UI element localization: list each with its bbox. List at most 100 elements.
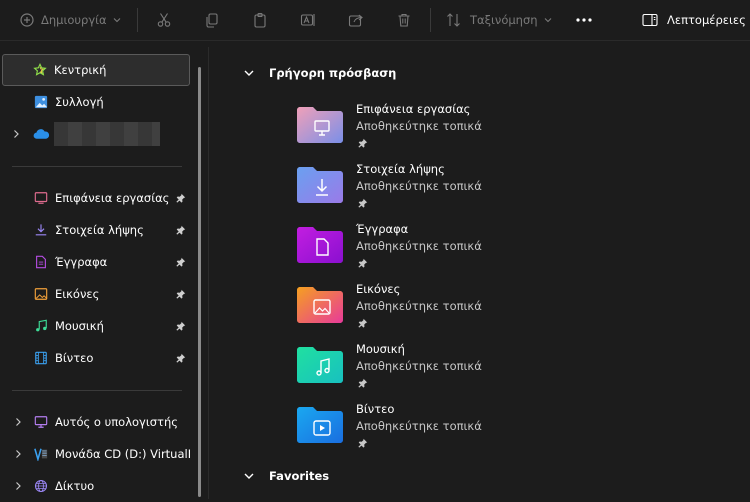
tile-subtitle: Αποθηκεύτηκε τοπικά (356, 239, 482, 253)
network-icon (34, 479, 48, 493)
sidebar-item-label: Στοιχεία λήψης (55, 223, 144, 237)
favorites-header[interactable]: Favorites (269, 469, 329, 483)
details-pane-icon (642, 13, 658, 27)
sort-icon (447, 13, 460, 27)
downloads-folder-icon (297, 167, 343, 203)
music-folder-icon (297, 347, 343, 383)
sidebar-item-home[interactable]: Κεντρική (2, 54, 190, 86)
desktop-folder-icon (297, 107, 343, 143)
sidebar-item-documents[interactable]: Έγγραφα (2, 246, 190, 278)
paste-icon (254, 12, 266, 28)
tile-name: Έγγραφα (356, 222, 409, 236)
rename-icon (300, 14, 315, 26)
tile-name: Μουσική (356, 342, 405, 356)
tile-name: Βίντεο (356, 402, 395, 416)
pin-icon[interactable] (176, 257, 186, 267)
sidebar-item-label: Επιφάνεια εργασίας (55, 191, 170, 205)
sidebar-item-pictures[interactable]: Εικόνες (2, 278, 190, 310)
sidebar-divider (12, 390, 182, 391)
tile-name: Επιφάνεια εργασίας (356, 102, 471, 116)
sidebar-item-videos[interactable]: Βίντεο (2, 342, 190, 374)
music-icon (36, 319, 47, 332)
quick-access-tile-documents[interactable]: Έγγραφα Αποθηκεύτηκε τοπικά (297, 222, 627, 278)
share-icon (348, 14, 363, 27)
sidebar-item-gallery[interactable]: Συλλογή (2, 86, 190, 118)
cut-icon (157, 13, 171, 27)
desktop-icon (34, 192, 48, 204)
tile-subtitle: Αποθηκεύτηκε τοπικά (356, 119, 482, 133)
sidebar-item-onedrive[interactable] (2, 118, 190, 150)
sidebar-divider (12, 166, 182, 167)
chevron-down-icon[interactable] (243, 67, 255, 79)
quick-access-tile-desktop[interactable]: Επιφάνεια εργασίας Αποθηκεύτηκε τοπικά (297, 102, 627, 158)
chevron-right-icon[interactable] (11, 129, 21, 139)
sidebar-scrollbar[interactable] (198, 67, 201, 497)
sidebar-item-label: Δίκτυο (55, 479, 95, 493)
chevron-right-icon[interactable] (13, 481, 23, 491)
command-bar: Δημιουργία Ταξινόμηση Λεπτομέρειες (0, 0, 750, 41)
cut-button[interactable] (156, 0, 172, 40)
sidebar-item-network[interactable]: Δίκτυο (2, 470, 190, 502)
chevron-right-icon[interactable] (13, 417, 23, 427)
sort-button[interactable]: Ταξινόμηση (446, 0, 552, 40)
chevron-down-icon[interactable] (243, 470, 255, 482)
sidebar-item-music[interactable]: Μουσική (2, 310, 190, 342)
tile-name: Εικόνες (356, 282, 401, 296)
more-options-button[interactable] (575, 0, 593, 40)
sort-button-label: Ταξινόμηση (470, 13, 538, 27)
quick-access-tile-pictures[interactable]: Εικόνες Αποθηκεύτηκε τοπικά (297, 282, 627, 338)
sidebar-item-desktop[interactable]: Επιφάνεια εργασίας (2, 182, 190, 214)
new-button[interactable]: Δημιουργία (20, 0, 121, 40)
pin-icon[interactable] (176, 193, 186, 203)
sidebar-item-label: Εικόνες (55, 287, 100, 301)
sidebar-item-label: Έγγραφα (55, 255, 108, 269)
details-button-label: Λεπτομέρειες (667, 13, 746, 27)
quick-access-tile-downloads[interactable]: Στοιχεία λήψης Αποθηκεύτηκε τοπικά (297, 162, 627, 218)
pin-icon (358, 318, 368, 328)
gallery-icon (34, 95, 48, 109)
sidebar-item-label: Κεντρική (54, 63, 107, 77)
downloads-icon (35, 224, 47, 236)
toolbar-separator (137, 8, 138, 32)
quick-access-tile-music[interactable]: Μουσική Αποθηκεύτηκε τοπικά (297, 342, 627, 398)
content-area: Γρήγορη πρόσβαση Επιφάνεια εργασίας Αποθ… (209, 47, 750, 499)
chevron-right-icon[interactable] (13, 449, 23, 459)
more-icon (576, 18, 592, 22)
rename-button[interactable] (300, 0, 316, 40)
tile-subtitle: Αποθηκεύτηκε τοπικά (356, 419, 482, 433)
sidebar-item-this-pc[interactable]: Αυτός ο υπολογιστής (2, 406, 190, 438)
documents-folder-icon (297, 227, 343, 263)
share-button[interactable] (348, 0, 364, 40)
sidebar-item-label: Βίντεο (55, 351, 94, 365)
sidebar-item-label: Μουσική (55, 319, 104, 333)
pin-icon (358, 258, 368, 268)
sidebar-item-downloads[interactable]: Στοιχεία λήψης (2, 214, 190, 246)
pin-icon[interactable] (176, 289, 186, 299)
copy-icon (206, 13, 218, 28)
pin-icon[interactable] (176, 321, 186, 331)
videos-folder-icon (297, 407, 343, 443)
sidebar-item-cd-drive[interactable]: Μονάδα CD (D:) VirtualBo (2, 438, 190, 470)
pictures-folder-icon (297, 287, 343, 323)
pictures-icon (34, 288, 48, 300)
pin-icon (358, 138, 368, 148)
pin-icon[interactable] (176, 225, 186, 235)
paste-button[interactable] (252, 0, 268, 40)
tile-subtitle: Αποθηκεύτηκε τοπικά (356, 299, 482, 313)
details-button[interactable]: Λεπτομέρειες (642, 0, 746, 40)
tile-subtitle: Αποθηκεύτηκε τοπικά (356, 359, 482, 373)
trash-icon (398, 13, 410, 27)
quick-access-tile-videos[interactable]: Βίντεο Αποθηκεύτηκε τοπικά (297, 402, 627, 458)
pin-icon (358, 198, 368, 208)
pin-icon (358, 438, 368, 448)
copy-button[interactable] (204, 0, 220, 40)
tile-subtitle: Αποθηκεύτηκε τοπικά (356, 179, 482, 193)
pin-icon[interactable] (176, 353, 186, 363)
add-circle-icon (20, 13, 34, 27)
sidebar-item-label: Συλλογή (55, 95, 104, 109)
chevron-down-icon (113, 18, 121, 23)
delete-button[interactable] (396, 0, 412, 40)
tile-name: Στοιχεία λήψης (356, 162, 445, 176)
quick-access-header[interactable]: Γρήγορη πρόσβαση (269, 66, 396, 80)
redacted-account-name (54, 122, 160, 146)
